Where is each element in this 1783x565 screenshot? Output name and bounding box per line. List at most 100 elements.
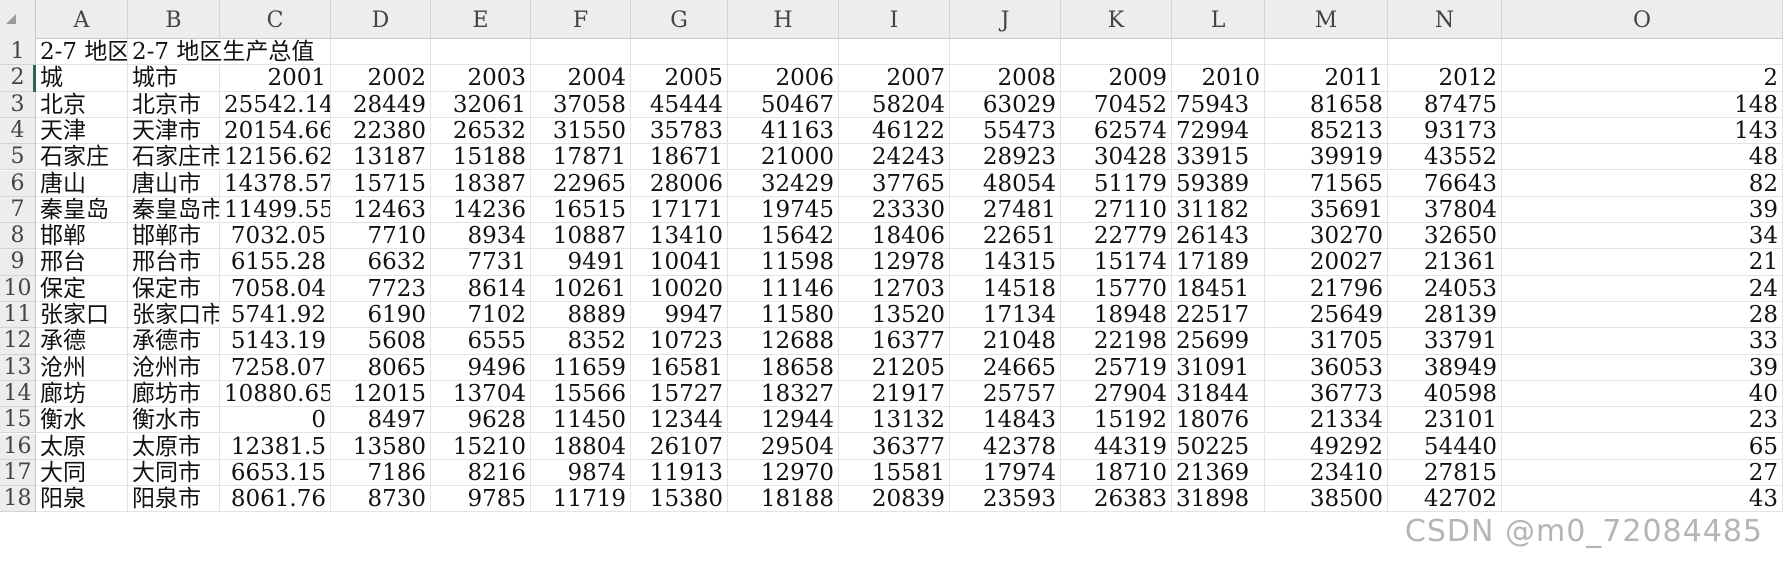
cell-B3[interactable]: 北京市 <box>128 91 220 118</box>
row-header-13[interactable]: 13 <box>0 354 36 381</box>
cell-N17[interactable]: 27815 <box>1388 459 1502 487</box>
cell-C12[interactable]: 5143.19 <box>220 328 331 355</box>
cell-L6[interactable]: 59389 <box>1172 170 1265 197</box>
cell-K3[interactable]: 70452 <box>1061 91 1172 118</box>
cell-E5[interactable]: 15188 <box>431 144 531 171</box>
cell-N1[interactable] <box>1388 39 1502 66</box>
cell-H15[interactable]: 12944 <box>728 407 839 434</box>
row-header-8[interactable]: 8 <box>0 223 36 250</box>
cell-M11[interactable]: 25649 <box>1265 302 1388 329</box>
row-header-12[interactable]: 12 <box>0 328 36 355</box>
cell-H5[interactable]: 21000 <box>728 144 839 171</box>
cell-H17[interactable]: 12970 <box>728 459 839 487</box>
cell-O10[interactable]: 24 <box>1502 275 1783 302</box>
cell-B4[interactable]: 天津市 <box>128 117 220 145</box>
cell-G3[interactable]: 45444 <box>631 91 728 118</box>
cell-N6[interactable]: 76643 <box>1388 170 1502 197</box>
cell-N13[interactable]: 38949 <box>1388 354 1502 381</box>
cell-O17[interactable]: 27 <box>1502 459 1783 487</box>
cell-G17[interactable]: 11913 <box>631 459 728 487</box>
cell-E12[interactable]: 6555 <box>431 328 531 355</box>
row-header-15[interactable]: 15 <box>0 407 36 434</box>
cell-H12[interactable]: 12688 <box>728 328 839 355</box>
cell-M7[interactable]: 35691 <box>1265 196 1388 224</box>
cell-H18[interactable]: 18188 <box>728 486 839 513</box>
cell-C3[interactable]: 25542.14 <box>220 91 331 118</box>
cell-M15[interactable]: 21334 <box>1265 407 1388 434</box>
cell-K2[interactable]: 2009 <box>1061 65 1172 92</box>
cell-N15[interactable]: 23101 <box>1388 407 1502 434</box>
cell-F6[interactable]: 22965 <box>531 170 631 197</box>
cell-K6[interactable]: 51179 <box>1061 170 1172 197</box>
cell-H10[interactable]: 11146 <box>728 275 839 302</box>
cell-B14[interactable]: 廊坊市 <box>128 380 220 408</box>
cell-M14[interactable]: 36773 <box>1265 380 1388 408</box>
cell-H9[interactable]: 11598 <box>728 249 839 276</box>
row-header-4[interactable]: 4 <box>0 117 36 145</box>
cell-A12[interactable]: 承德 <box>36 328 128 355</box>
column-header-L[interactable]: L <box>1172 0 1265 39</box>
cell-B6[interactable]: 唐山市 <box>128 170 220 197</box>
cell-A13[interactable]: 沧州 <box>36 354 128 381</box>
cell-E9[interactable]: 7731 <box>431 249 531 276</box>
cell-N14[interactable]: 40598 <box>1388 380 1502 408</box>
cell-I15[interactable]: 13132 <box>839 407 950 434</box>
cell-O18[interactable]: 43 <box>1502 486 1783 513</box>
column-header-O[interactable]: O <box>1502 0 1783 39</box>
cell-D2[interactable]: 2002 <box>331 65 431 92</box>
cell-L12[interactable]: 25699 <box>1172 328 1265 355</box>
cell-N5[interactable]: 43552 <box>1388 144 1502 171</box>
cell-A1[interactable]: 2-7 地区生产总值 <box>36 39 128 66</box>
cell-I17[interactable]: 15581 <box>839 459 950 487</box>
cell-O4[interactable]: 143 <box>1502 117 1783 145</box>
cell-M13[interactable]: 36053 <box>1265 354 1388 381</box>
cell-F12[interactable]: 8352 <box>531 328 631 355</box>
cell-G7[interactable]: 17171 <box>631 196 728 224</box>
cell-I16[interactable]: 36377 <box>839 433 950 460</box>
cell-C8[interactable]: 7032.05 <box>220 223 331 250</box>
cell-G14[interactable]: 15727 <box>631 380 728 408</box>
cell-H3[interactable]: 50467 <box>728 91 839 118</box>
cell-F7[interactable]: 16515 <box>531 196 631 224</box>
cell-I11[interactable]: 13520 <box>839 302 950 329</box>
cell-B18[interactable]: 阳泉市 <box>128 486 220 513</box>
cell-C10[interactable]: 7058.04 <box>220 275 331 302</box>
cell-H6[interactable]: 32429 <box>728 170 839 197</box>
cell-H11[interactable]: 11580 <box>728 302 839 329</box>
cell-I4[interactable]: 46122 <box>839 117 950 145</box>
cell-J13[interactable]: 24665 <box>950 354 1061 381</box>
cell-E7[interactable]: 14236 <box>431 196 531 224</box>
cell-M17[interactable]: 23410 <box>1265 459 1388 487</box>
cell-N12[interactable]: 33791 <box>1388 328 1502 355</box>
cell-O6[interactable]: 82 <box>1502 170 1783 197</box>
cell-A14[interactable]: 廊坊 <box>36 380 128 408</box>
row-header-6[interactable]: 6 <box>0 170 36 197</box>
cell-H1[interactable] <box>728 39 839 66</box>
select-all-corner[interactable] <box>0 0 36 39</box>
cell-B13[interactable]: 沧州市 <box>128 354 220 381</box>
cell-B17[interactable]: 大同市 <box>128 459 220 487</box>
cell-J3[interactable]: 63029 <box>950 91 1061 118</box>
cell-O1[interactable] <box>1502 39 1783 66</box>
cell-L18[interactable]: 31898 <box>1172 486 1265 513</box>
cell-D10[interactable]: 7723 <box>331 275 431 302</box>
cell-I5[interactable]: 24243 <box>839 144 950 171</box>
column-header-C[interactable]: C <box>220 0 331 39</box>
cell-C5[interactable]: 12156.62 <box>220 144 331 171</box>
column-header-K[interactable]: K <box>1061 0 1172 39</box>
cell-A4[interactable]: 天津 <box>36 117 128 145</box>
cell-M9[interactable]: 20027 <box>1265 249 1388 276</box>
cell-J5[interactable]: 28923 <box>950 144 1061 171</box>
cell-O2[interactable]: 2 <box>1502 65 1783 92</box>
cell-G6[interactable]: 28006 <box>631 170 728 197</box>
row-header-10[interactable]: 10 <box>0 275 36 302</box>
cell-K1[interactable] <box>1061 39 1172 66</box>
cell-L16[interactable]: 50225 <box>1172 433 1265 460</box>
cell-I9[interactable]: 12978 <box>839 249 950 276</box>
cell-O7[interactable]: 39 <box>1502 196 1783 224</box>
cell-A3[interactable]: 北京 <box>36 91 128 118</box>
cell-F14[interactable]: 15566 <box>531 380 631 408</box>
cell-K11[interactable]: 18948 <box>1061 302 1172 329</box>
cell-O9[interactable]: 21 <box>1502 249 1783 276</box>
cell-L2[interactable]: 2010 <box>1172 65 1265 92</box>
